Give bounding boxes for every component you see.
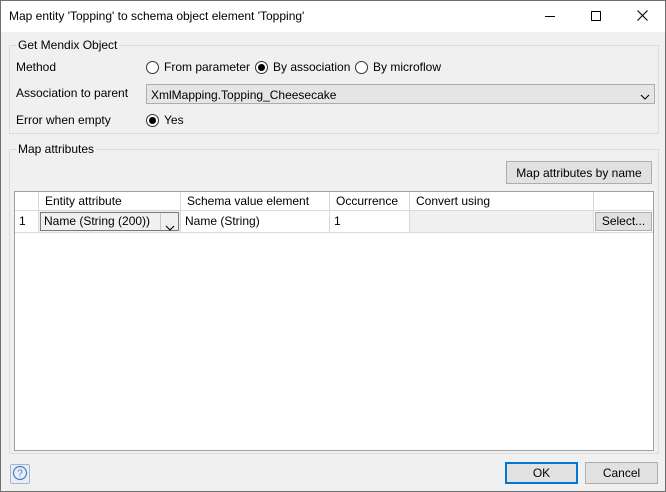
get-object-legend: Get Mendix Object [16,38,120,52]
minimize-icon [545,10,555,24]
error-when-empty-label: Error when empty [16,113,111,127]
ok-button[interactable]: OK [505,462,578,484]
entity-attribute-dropdown[interactable]: Name (String (200)) [39,211,181,233]
entity-attribute-value: Name (String (200)) [44,214,151,228]
select-cell: Select... [594,211,653,233]
get-object-group: Get Mendix Object Method From parameter … [9,39,659,134]
map-attributes-by-name-button[interactable]: Map attributes by name [506,161,652,184]
radio-by-microflow-label: By microflow [373,60,442,74]
grid-row-index: 1 [15,211,39,233]
grid-header-schema-value-element[interactable]: Schema value element [181,192,330,211]
radio-from-parameter[interactable]: From parameter [146,60,250,74]
radio-circle-icon [355,60,368,74]
select-button-label: Select... [601,214,646,228]
map-attributes-legend: Map attributes [16,142,97,156]
grid-header-entity-attribute[interactable]: Entity attribute [39,192,181,211]
grid-header-convert-using[interactable]: Convert using [410,192,594,211]
dropdown-divider [160,213,161,230]
radio-error-yes[interactable]: Yes [146,113,184,127]
association-value: XmlMapping.Topping_Cheesecake [151,88,337,102]
association-label: Association to parent [16,86,129,100]
cancel-button[interactable]: Cancel [585,462,658,484]
title-bar: Map entity 'Topping' to schema object el… [1,1,665,32]
radio-error-yes-label: Yes [164,113,184,127]
grid-header-empty [594,192,653,211]
map-attributes-by-name-label: Map attributes by name [516,165,642,180]
radio-by-association[interactable]: By association [255,60,350,74]
chevron-down-icon [165,218,175,239]
schema-value-element-cell[interactable]: Name (String) [181,211,330,233]
window-title: Map entity 'Topping' to schema object el… [9,9,305,23]
radio-by-association-label: By association [273,60,351,74]
grid-header-occurrence[interactable]: Occurrence [330,192,410,211]
association-dropdown[interactable]: XmlMapping.Topping_Cheesecake [146,84,655,104]
help-icon: ? [12,465,28,484]
ok-button-label: OK [532,466,551,480]
method-label: Method [16,60,57,74]
minimize-button[interactable] [527,1,573,32]
attributes-grid: Entity attribute Schema value element Oc… [14,191,654,451]
radio-by-microflow[interactable]: By microflow [355,60,441,74]
radio-circle-checked-icon [255,60,268,74]
select-button[interactable]: Select... [595,212,652,231]
maximize-icon [591,10,601,24]
close-icon [636,9,648,24]
maximize-button[interactable] [573,1,619,32]
convert-using-cell[interactable] [410,211,594,233]
occurrence-cell[interactable]: 1 [330,211,410,233]
close-button[interactable] [619,1,665,32]
help-button[interactable]: ? [10,464,30,484]
radio-from-parameter-label: From parameter [164,60,251,74]
grid-header-rownum [15,192,39,211]
dialog-window: Map entity 'Topping' to schema object el… [0,0,666,492]
cancel-button-label: Cancel [602,466,641,480]
chevron-down-icon [640,90,650,104]
radio-circle-icon [146,60,159,74]
radio-circle-checked-icon [146,113,159,127]
svg-text:?: ? [17,468,23,479]
